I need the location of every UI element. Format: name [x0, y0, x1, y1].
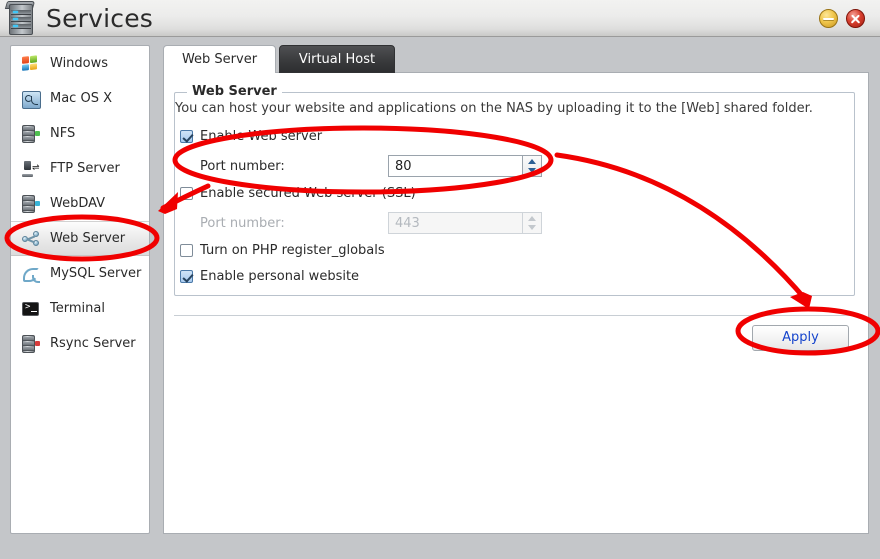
enable-ssl-checkbox[interactable] [180, 187, 193, 200]
https-port-spin-buttons [522, 213, 541, 233]
windows-logo-icon [21, 54, 41, 74]
apply-button[interactable]: Apply [752, 325, 849, 351]
php-register-globals-checkbox[interactable] [180, 244, 193, 257]
http-port-stepper[interactable]: 80 [388, 155, 542, 177]
https-port-stepper: 443 [388, 212, 542, 234]
close-icon[interactable] [846, 9, 865, 28]
sidebar-item-label: Mac OS X [50, 91, 112, 106]
web-server-settings-panel: Web Server You can host your website and… [163, 72, 869, 534]
sidebar-item-label: Web Server [50, 231, 126, 246]
sidebar-item-terminal[interactable]: Terminal [11, 291, 149, 326]
php-register-globals-label[interactable]: Turn on PHP register_globals [200, 243, 385, 258]
tab-virtual-host[interactable]: Virtual Host [279, 45, 395, 73]
sidebar-item-windows[interactable]: Windows [11, 46, 149, 81]
enable-web-server-checkbox[interactable] [180, 130, 193, 143]
chevron-down-icon [528, 225, 536, 230]
http-port-value[interactable]: 80 [389, 159, 412, 174]
sidebar-item-mac-os-x[interactable]: Mac OS X [11, 81, 149, 116]
chevron-up-icon[interactable] [528, 159, 536, 164]
sidebar-item-web-server[interactable]: Web Server [11, 221, 149, 256]
disk-stack-icon [21, 194, 41, 214]
http-port-spin-buttons[interactable] [522, 156, 541, 176]
disk-stack-icon [21, 334, 41, 354]
chevron-up-icon [528, 216, 536, 221]
console-icon [21, 299, 41, 319]
disk-stack-icon [21, 124, 41, 144]
sidebar-item-webdav[interactable]: WebDAV [11, 186, 149, 221]
sidebar-item-label: Windows [50, 56, 109, 71]
sidebar-item-label: Terminal [50, 301, 105, 316]
nas-server-icon [4, 1, 38, 37]
dolphin-icon [21, 264, 41, 284]
enable-ssl-label[interactable]: Enable secured Web server (SSL) [200, 186, 416, 201]
network-nodes-icon [21, 229, 41, 249]
services-window: Services Windows Mac OS X NFS ⇌ FTP Serv… [0, 0, 880, 559]
personal-website-row: Enable personal website [180, 269, 359, 284]
sidebar-item-label: NFS [50, 126, 76, 141]
https-port-value: 443 [395, 215, 420, 231]
enable-ssl-row: Enable secured Web server (SSL) [180, 186, 416, 201]
sidebar-item-label: FTP Server [50, 161, 120, 176]
sidebar-item-mysql-server[interactable]: MySQL Server [11, 256, 149, 291]
https-port-label: Port number: [200, 215, 285, 231]
ftp-transfer-icon: ⇌ [21, 159, 41, 179]
sidebar-item-rsync-server[interactable]: Rsync Server [11, 326, 149, 361]
fieldset-legend: Web Server [187, 84, 282, 99]
personal-website-label[interactable]: Enable personal website [200, 269, 359, 284]
sidebar-item-label: WebDAV [50, 196, 106, 211]
enable-web-server-row: Enable Web server [180, 129, 322, 144]
sidebar-item-label: MySQL Server [50, 266, 142, 281]
chevron-down-icon[interactable] [528, 168, 536, 173]
personal-website-checkbox[interactable] [180, 270, 193, 283]
sidebar-item-ftp-server[interactable]: ⇌ FTP Server [11, 151, 149, 186]
services-sidebar: Windows Mac OS X NFS ⇌ FTP Server WebDAV… [10, 45, 150, 534]
http-port-label: Port number: [200, 158, 285, 174]
https-port-row: Port number: 443 [180, 212, 542, 234]
window-title: Services [46, 4, 154, 33]
panel-divider [174, 315, 855, 316]
minimize-icon[interactable] [819, 9, 838, 28]
http-port-row: Port number: 80 [180, 155, 542, 177]
sidebar-item-nfs[interactable]: NFS [11, 116, 149, 151]
php-register-globals-row: Turn on PHP register_globals [180, 243, 385, 258]
panel-description: You can host your website and applicatio… [175, 101, 813, 116]
tab-web-server[interactable]: Web Server [163, 45, 276, 73]
enable-web-server-label[interactable]: Enable Web server [200, 129, 322, 144]
sidebar-item-label: Rsync Server [50, 336, 136, 351]
window-titlebar: Services [0, 0, 880, 37]
finder-face-icon [21, 89, 41, 109]
